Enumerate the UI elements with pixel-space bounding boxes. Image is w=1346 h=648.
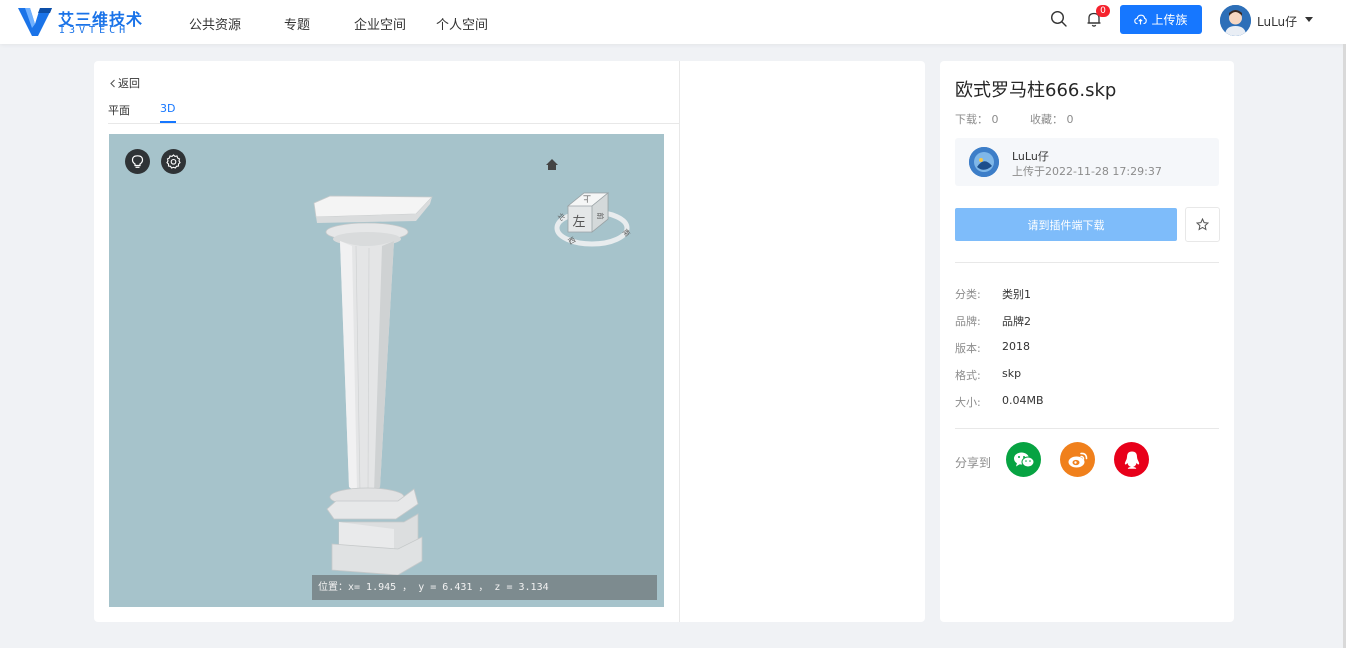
logo-mark-icon: [18, 8, 52, 36]
roman-column-model: [313, 195, 433, 576]
favorite-button[interactable]: [1185, 207, 1220, 242]
page-title: 欧式罗马柱666.skp: [955, 80, 1117, 101]
nav-topics[interactable]: 专题: [284, 14, 310, 33]
star-icon: [1196, 218, 1209, 231]
divider: [955, 428, 1219, 429]
nav-public-resources[interactable]: 公共资源: [189, 14, 241, 33]
nav-personal-space[interactable]: 个人空间: [436, 14, 488, 33]
author-avatar[interactable]: [969, 147, 999, 177]
chevron-down-icon[interactable]: [1305, 17, 1313, 22]
tab-3d[interactable]: 3D: [160, 102, 175, 115]
tabs-divider: [108, 123, 679, 124]
lighting-button[interactable]: [125, 149, 150, 174]
version-label: 版本:: [955, 342, 981, 355]
upload-time: 上传于2022-11-28 17:29:37: [1012, 165, 1162, 178]
back-button[interactable]: 返回: [109, 75, 140, 91]
brand-label: 品牌:: [955, 315, 981, 328]
notification-badge: 0: [1096, 5, 1110, 17]
viewcube-face-label: 左: [572, 215, 585, 230]
upload-button[interactable]: 上传族: [1120, 5, 1202, 34]
format-value: skp: [1002, 367, 1022, 380]
author-avatar-image: [969, 147, 999, 177]
tab-plan[interactable]: 平面: [108, 102, 130, 118]
avatar[interactable]: [1220, 5, 1251, 36]
category-label: 分类:: [955, 288, 981, 301]
divider: [955, 262, 1219, 263]
nav-enterprise-space[interactable]: 企业空间: [354, 14, 406, 33]
size-value: 0.04MB: [1002, 394, 1044, 407]
weibo-icon: [1068, 452, 1087, 467]
download-button[interactable]: 请到插件端下载: [955, 208, 1177, 241]
favorite-count: 收藏： 0: [1030, 113, 1074, 126]
search-icon[interactable]: [1050, 10, 1068, 28]
settings-button[interactable]: [161, 149, 186, 174]
panel-divider: [679, 61, 680, 622]
gear-icon: [166, 154, 181, 169]
user-avatar-image: [1220, 5, 1251, 36]
top-navbar: 艾三维技术 I3VTECH 公共资源 专题 企业空间 个人空间 0 上传族 Lu…: [0, 0, 1346, 44]
share-qq-button[interactable]: [1114, 442, 1149, 477]
author-card[interactable]: LuLu仔 上传于2022-11-28 17:29:37: [955, 138, 1219, 186]
format-label: 格式:: [955, 369, 981, 382]
view-cube[interactable]: 上 左 前 北 西 南: [546, 156, 636, 251]
home-icon[interactable]: [546, 159, 558, 170]
cloud-upload-icon: [1134, 14, 1148, 25]
qq-icon: [1124, 451, 1139, 469]
version-value: 2018: [1002, 340, 1030, 353]
user-name[interactable]: LuLu仔: [1257, 13, 1297, 30]
brand-value: 品牌2: [1002, 315, 1031, 328]
svg-text:上: 上: [583, 194, 591, 203]
3d-viewport[interactable]: 上 左 前 北 西 南 位置：x= 1.945 ， y = 6.431 ， z …: [109, 134, 664, 607]
cursor-position-readout: 位置：x= 1.945 ， y = 6.431 ， z = 3.134: [312, 575, 657, 600]
size-label: 大小:: [955, 396, 981, 409]
share-label: 分享到: [955, 456, 992, 470]
upload-button-label: 上传族: [1151, 13, 1188, 27]
author-name[interactable]: LuLu仔: [1012, 148, 1049, 164]
logo-subtext: I3VTECH: [59, 25, 130, 36]
model-viewer-card: 返回 平面 3D 上 左 前 北 西 南 位置：x= 1.945 ， y = 6…: [94, 61, 925, 622]
share-wechat-button[interactable]: [1006, 442, 1041, 477]
share-weibo-button[interactable]: [1060, 442, 1095, 477]
wechat-icon: [1013, 452, 1034, 467]
lightbulb-icon: [131, 155, 144, 168]
model-detail-card: 欧式罗马柱666.skp 下载： 0 收藏： 0 LuLu仔 上传于2022-1…: [940, 61, 1234, 622]
chevron-left-icon: [110, 79, 115, 87]
back-label: 返回: [118, 77, 140, 90]
category-value: 类别1: [1002, 288, 1031, 301]
brand-logo[interactable]: 艾三维技术 I3VTECH: [16, 4, 146, 40]
download-count: 下载： 0: [955, 113, 999, 126]
svg-text:前: 前: [596, 213, 605, 220]
